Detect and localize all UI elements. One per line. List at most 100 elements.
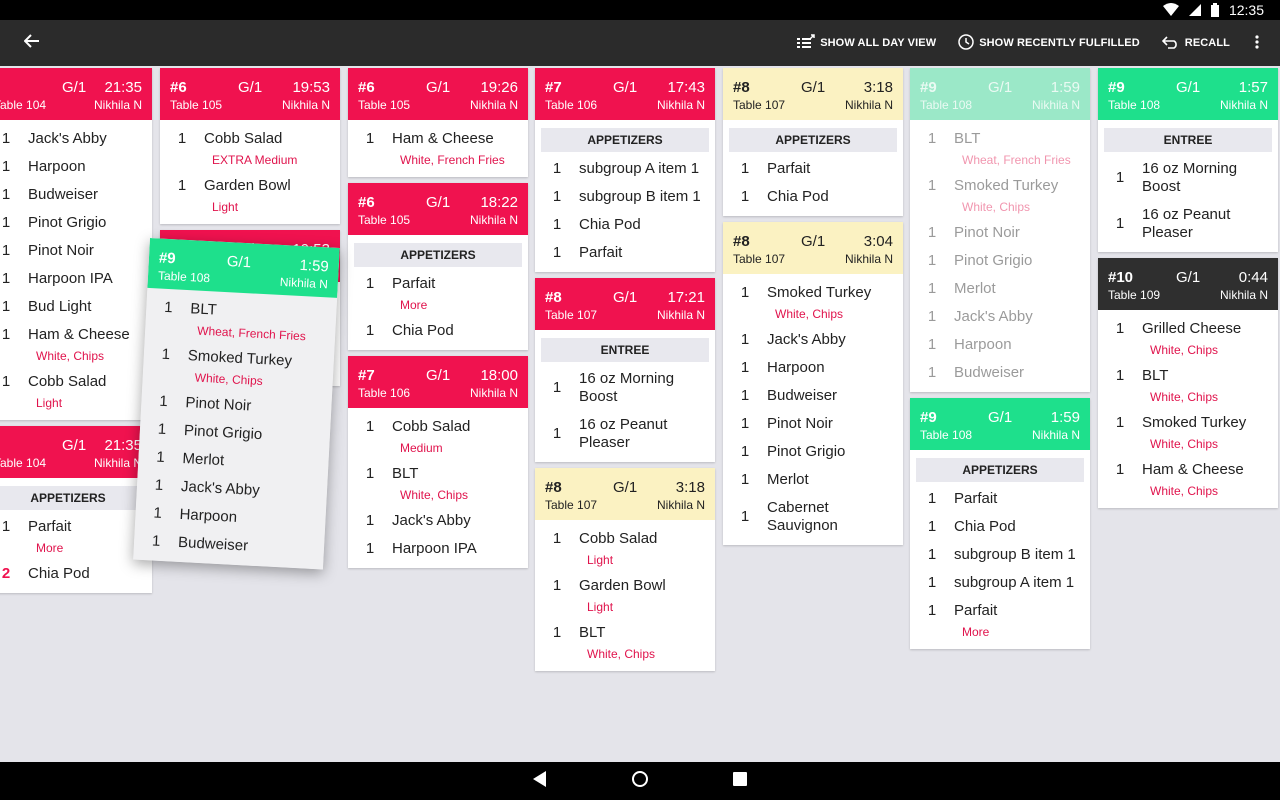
item-modifier: More	[400, 298, 428, 312]
line-item[interactable]: 1 Ham & Cheese White, Chips	[1098, 455, 1278, 502]
line-item[interactable]: 1 Jack's Abby	[348, 506, 528, 534]
item-quantity: 1	[927, 602, 937, 619]
order-ticket[interactable]: #8 G/1 3:18 Table 107 Nikhila N 1 Cobb Salad Li…	[535, 468, 715, 671]
order-ticket[interactable]: #9 G/1 1:59 Table 108 Nikhila N APPETIZERS 1 Pa…	[910, 398, 1090, 649]
line-item[interactable]: 1 BLT White, Chips	[1098, 361, 1278, 408]
status-time: 12:35	[1228, 2, 1264, 18]
line-item[interactable]: 1 Pinot Grigio	[0, 208, 152, 236]
server-name: Nikhila N	[1031, 98, 1080, 112]
line-item[interactable]: 1 BLT White, Chips	[348, 459, 528, 506]
line-item[interactable]: 1 16 oz Peanut Pleaser	[535, 410, 715, 456]
ticket-column: #6 G/1 19:26 Table 105 Nikhila N 1 Ham & Chees…	[348, 68, 528, 574]
line-item[interactable]: 1 Budweiser	[723, 381, 903, 409]
ticket-items: 1 Jack's Abby 1 Harpoon 1 Budweiser 1 Pinot Gri…	[0, 120, 152, 420]
item-name: 16 oz Morning Boost	[1142, 160, 1238, 195]
guest-count: G/1	[226, 253, 252, 272]
line-item[interactable]: 1 Smoked Turkey White, Chips	[1098, 408, 1278, 455]
line-item[interactable]: 1 Bud Light	[0, 292, 152, 320]
line-item[interactable]: 1 BLT White, Chips	[535, 618, 715, 665]
item-modifier: White, Chips	[1150, 437, 1219, 451]
line-item[interactable]: 1 16 oz Morning Boost	[535, 364, 715, 410]
line-item[interactable]: 1 Harpoon IPA	[348, 534, 528, 562]
line-item[interactable]: 1 Garden Bowl Light	[535, 571, 715, 618]
order-ticket[interactable]: #8 G/1 3:04 Table 107 Nikhila N 1 Smoked Turke…	[723, 222, 903, 545]
line-item[interactable]: 1 Parfait	[723, 154, 903, 182]
line-item[interactable]: 1 Pinot Noir	[723, 409, 903, 437]
order-ticket[interactable]: #7 G/1 17:43 Table 106 Nikhila N APPETIZERS 1 s…	[535, 68, 715, 272]
item-modifier: Wheat, French Fries	[962, 153, 1071, 167]
ticket-number: #6	[358, 79, 375, 96]
item-name: Pinot Noir	[954, 224, 1020, 241]
line-item[interactable]: 1 Merlot	[910, 274, 1090, 302]
nav-recents-button[interactable]	[728, 769, 752, 793]
show-all-day-view-button[interactable]: SHOW ALL DAY VIEW	[797, 33, 936, 53]
line-item[interactable]: 1 Budweiser	[910, 358, 1090, 386]
line-item[interactable]: 1 Ham & Cheese White, French Fries	[348, 124, 528, 171]
item-quantity: 1	[927, 364, 937, 381]
order-ticket[interactable]: G/121:35Table 104Nikhila N1Jack's Abby1H…	[0, 68, 152, 420]
line-item[interactable]: 1 Cobb Salad Light	[0, 367, 152, 414]
line-item[interactable]: 1 Ham & Cheese White, Chips	[0, 320, 152, 367]
line-item[interactable]: 1 Chia Pod	[535, 210, 715, 238]
line-item[interactable]: 1 Pinot Noir	[0, 236, 152, 264]
nav-back-button[interactable]	[528, 769, 552, 793]
order-ticket[interactable]: #6 G/1 19:53 Table 105 Nikhila N 1 Cobb Salad E…	[160, 68, 340, 224]
order-ticket[interactable]: #8 G/1 3:18 Table 107 Nikhila N APPETIZERS 1 Pa…	[723, 68, 903, 216]
wifi-icon	[1162, 3, 1179, 17]
show-recently-fulfilled-button[interactable]: SHOW RECENTLY FULFILLED	[958, 33, 1140, 53]
line-item[interactable]: 1 Budweiser	[0, 180, 152, 208]
order-ticket[interactable]: #9 G/1 1:57 Table 108 Nikhila N ENTREE 1 16 oz …	[1098, 68, 1278, 252]
back-button[interactable]	[18, 30, 46, 56]
line-item[interactable]: 1 Jack's Abby	[723, 325, 903, 353]
line-item[interactable]: 1 subgroup A item 1	[535, 154, 715, 182]
order-ticket[interactable]: #7 G/1 18:00 Table 106 Nikhila N 1 Cobb Salad M…	[348, 356, 528, 568]
line-item[interactable]: 1 subgroup A item 1	[910, 568, 1090, 596]
line-item[interactable]: 1 Chia Pod	[348, 316, 528, 344]
order-ticket[interactable]: G/1 21:35 Table 104 Nikhila N APPETIZERS 1 Par…	[0, 426, 152, 593]
line-item[interactable]: 1 BLT Wheat, French Fries	[910, 124, 1090, 171]
line-item[interactable]: 1 Cobb Salad EXTRA Medium	[160, 124, 340, 171]
order-ticket[interactable]: #6 G/1 18:22 Table 105 Nikhila N APPETIZERS 1 P…	[348, 183, 528, 350]
line-item[interactable]: 1 Parfait More	[348, 269, 528, 316]
order-ticket[interactable]: #8 G/1 17:21 Table 107 Nikhila N ENTREE 1 16 oz…	[535, 278, 715, 462]
line-item[interactable]: 2 Chia Pod	[0, 559, 152, 587]
line-item[interactable]: 1 16 oz Peanut Pleaser	[1098, 200, 1278, 246]
order-ticket[interactable]: #6 G/1 19:26 Table 105 Nikhila N 1 Ham & Chees…	[348, 68, 528, 177]
line-item[interactable]: 1 Harpoon	[910, 330, 1090, 358]
line-item[interactable]: 1 Pinot Grigio	[910, 246, 1090, 274]
line-item[interactable]: 1 Pinot Noir	[910, 218, 1090, 246]
line-item[interactable]: 1 subgroup B item 1	[535, 182, 715, 210]
line-item[interactable]: 1 16 oz Morning Boost	[1098, 154, 1278, 200]
item-text: Harpoon IPA	[392, 540, 477, 558]
item-text: Jack's Abby	[392, 512, 471, 530]
line-item[interactable]: 1 Cabernet Sauvignon	[723, 493, 903, 539]
line-item[interactable]: 1 Cobb Salad Light	[535, 524, 715, 571]
line-item[interactable]: 1 Smoked Turkey White, Chips	[910, 171, 1090, 218]
line-item[interactable]: 1 Grilled Cheese White, Chips	[1098, 314, 1278, 361]
nav-home-button[interactable]	[628, 769, 652, 793]
line-item[interactable]: 1 Parfait More	[910, 596, 1090, 643]
overflow-menu-button[interactable]	[1252, 34, 1262, 52]
recall-button[interactable]: RECALL	[1161, 35, 1230, 52]
line-item[interactable]: 1 subgroup B item 1	[910, 540, 1090, 568]
line-item[interactable]: 1 Cobb Salad Medium	[348, 412, 528, 459]
line-item[interactable]: 1 Pinot Grigio	[723, 437, 903, 465]
order-ticket[interactable]: #10 G/1 0:44 Table 109 Nikhila N 1 Grilled Che…	[1098, 258, 1278, 508]
line-item[interactable]: 1 Chia Pod	[910, 512, 1090, 540]
line-item[interactable]: 1 Parfait	[910, 484, 1090, 512]
line-item[interactable]: 1 Smoked Turkey White, Chips	[723, 278, 903, 325]
line-item[interactable]: 1 Harpoon IPA	[0, 264, 152, 292]
line-item[interactable]: 1 Harpoon	[0, 152, 152, 180]
line-item[interactable]: 1 Jack's Abby	[0, 124, 152, 152]
line-item[interactable]: 1 Garden Bowl Light	[160, 171, 340, 218]
line-item[interactable]: 1 Parfait	[535, 238, 715, 266]
dragged-order-ticket[interactable]: #9 G/1 1:59 Table 108 Nikhila N 1 BLT Wheat, Fr…	[133, 238, 340, 570]
line-item[interactable]: 1 Chia Pod	[723, 182, 903, 210]
line-item[interactable]: 1 Parfait More	[0, 512, 152, 559]
order-ticket[interactable]: #9 G/1 1:59 Table 108 Nikhila N 1 BLT Wheat, Fr…	[910, 68, 1090, 392]
item-text: Cobb Salad Light	[28, 373, 106, 410]
line-item[interactable]: 1 Harpoon	[723, 353, 903, 381]
line-item[interactable]: 1 Merlot	[723, 465, 903, 493]
item-name: Merlot	[954, 280, 996, 297]
line-item[interactable]: 1 Jack's Abby	[910, 302, 1090, 330]
